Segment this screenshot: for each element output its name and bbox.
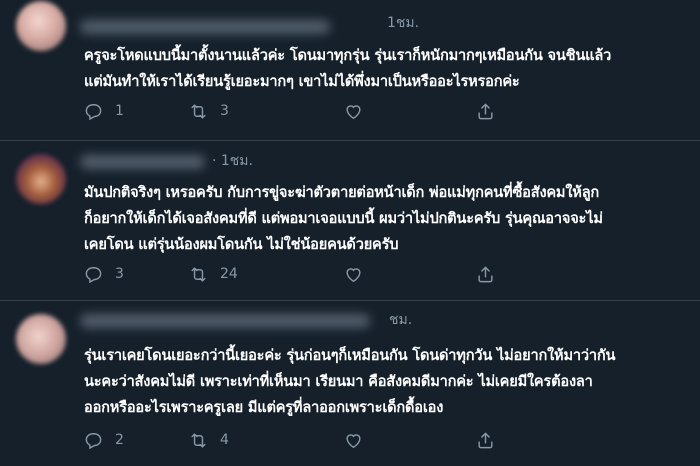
heart-icon [346,104,361,119]
avatar[interactable] [16,154,66,204]
retweet-button[interactable]: 3 [189,101,229,121]
share-icon [478,103,493,119]
reply-icon [85,103,102,120]
tweet[interactable]: ชม. รุ่นเราเคยโดนเยอะกว่านี้เยอะค่ะ รุ่น… [0,301,700,466]
avatar[interactable] [16,314,66,364]
share-button[interactable] [476,101,495,121]
tweet-text-line: ออกหรืออะไรเพราะครูเลย มีแต่ครูที่ลาออกเ… [84,399,444,416]
like-button[interactable] [344,430,375,450]
tweet-timestamp[interactable]: ชม. [389,311,412,329]
reply-count: 2 [115,432,124,448]
heart-icon [346,267,361,282]
heart-icon [346,433,361,448]
retweet-button[interactable]: 4 [189,430,229,450]
reply-icon [85,432,102,449]
tweet-text-line: ก็อยากให้เด็กได้เจอสังคมที่ดี แต่พอมาเจอ… [84,210,603,227]
username-redacted [80,155,205,169]
tweet-text: รุ่นเราเคยโดนเยอะกว่านี้เยอะค่ะ รุ่นก่อน… [84,343,692,421]
reply-button[interactable]: 1 [84,101,124,121]
retweet-icon [191,103,206,119]
reply-button[interactable]: 2 [84,430,124,450]
tweet[interactable]: · 1ชม. มันปกติจริงๆ เหรอครับ กับการขู่จะ… [0,141,700,300]
tweet-text-line: แต่มันทำให้เราได้เรียนรู้เยอะมากๆ เขาไม่… [84,73,520,90]
tweet-text-line: เคยโดน แต่รุ่นน้องผมโดนกัน ไม่ใช่น้อยคนด… [84,236,399,253]
reply-icon [85,266,102,283]
tweet[interactable]: 1ชม. ครูจะโหดแบบนี้มาตั้งนานแล้วค่ะ โดนม… [0,0,700,140]
tweet-text: ครูจะโหดแบบนี้มาตั้งนานแล้วค่ะ โดนมาทุกร… [84,43,692,95]
retweet-icon [191,432,206,448]
reply-count: 3 [115,266,124,282]
like-button[interactable] [344,101,375,121]
tweet-feed: 1ชม. ครูจะโหดแบบนี้มาตั้งนานแล้วค่ะ โดนม… [0,0,700,466]
tweet-text-line: มันปกติจริงๆ เหรอครับ กับการขู่จะฆ่าตัวต… [84,184,600,201]
reply-count: 1 [115,103,124,119]
username-redacted [80,20,330,34]
like-button[interactable] [344,264,375,284]
tweet-text: มันปกติจริงๆ เหรอครับ กับการขู่จะฆ่าตัวต… [84,180,692,258]
tweet-text-line: นะคะว่าสังคมไม่ดี เพราะเท่าที่เห็นมา เรี… [84,373,593,390]
retweet-count: 4 [220,432,229,448]
share-button[interactable] [476,430,495,450]
retweet-count: 3 [220,103,229,119]
share-icon [478,432,493,448]
avatar[interactable] [16,1,66,51]
tweet-timestamp[interactable]: 1ชม. [387,14,419,32]
retweet-icon [191,266,206,282]
tweet-timestamp[interactable]: · 1ชม. [212,152,253,170]
reply-button[interactable]: 3 [84,264,124,284]
retweet-button[interactable]: 24 [189,264,238,284]
retweet-count: 24 [220,266,238,282]
username-redacted [80,314,370,328]
share-icon [478,266,493,282]
share-button[interactable] [476,264,495,284]
tweet-text-line: ครูจะโหดแบบนี้มาตั้งนานแล้วค่ะ โดนมาทุกร… [84,47,612,64]
tweet-text-line: รุ่นเราเคยโดนเยอะกว่านี้เยอะค่ะ รุ่นก่อน… [84,347,616,364]
